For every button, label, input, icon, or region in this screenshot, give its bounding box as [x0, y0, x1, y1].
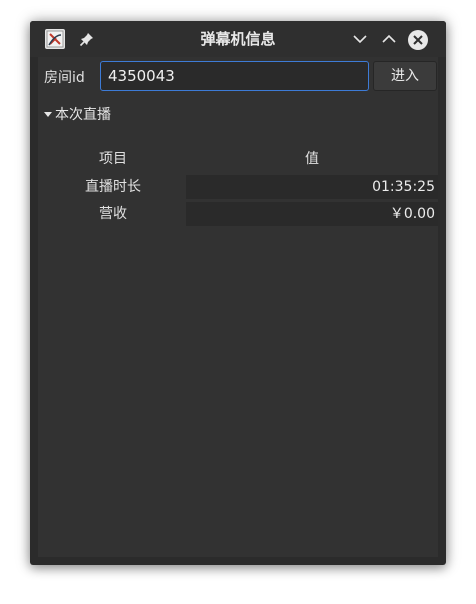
minimize-chevron-down-icon[interactable]: [350, 29, 370, 49]
enter-button[interactable]: 进入: [373, 61, 437, 91]
titlebar[interactable]: 弹幕机信息: [30, 21, 446, 57]
table-row: 营收 ￥0.00: [68, 202, 438, 226]
row-value[interactable]: 01:35:25: [186, 175, 438, 199]
triangle-down-icon: [44, 112, 52, 117]
column-header-value: 值: [305, 151, 319, 167]
row-label: 营收: [99, 206, 127, 222]
room-id-input[interactable]: [100, 61, 369, 91]
row-value[interactable]: ￥0.00: [186, 202, 438, 226]
section-header-label: 本次直播: [55, 107, 111, 123]
room-id-label: 房间id: [44, 70, 85, 86]
row-label: 直播时长: [85, 179, 141, 195]
section-toggle[interactable]: 本次直播: [44, 104, 111, 126]
table-row: 直播时长 01:35:25: [68, 175, 438, 199]
column-header-item: 项目: [99, 151, 127, 167]
maximize-chevron-up-icon[interactable]: [379, 29, 399, 49]
close-icon[interactable]: [407, 29, 428, 50]
window: 弹幕机信息 房间id 进入 本次直播 项目 值 直播时长: [30, 21, 446, 565]
main-content: 房间id 进入 本次直播 项目 值 直播时长 01:35:25 营收 ￥0.00: [38, 57, 438, 557]
